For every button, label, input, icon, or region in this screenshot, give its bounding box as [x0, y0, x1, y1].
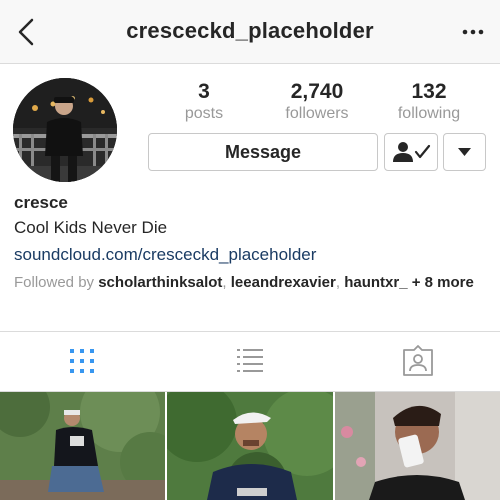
profile-display-name: cresce [14, 193, 68, 212]
profile-username: cresceckd_placeholder [126, 18, 374, 43]
posts-stat[interactable]: 3 posts [149, 80, 259, 124]
post-photo [167, 392, 333, 500]
post-photo [335, 392, 500, 500]
grid-icon [70, 349, 94, 373]
followers-stat[interactable]: 2,740 followers [262, 80, 372, 124]
followed-by-prefix: Followed by [14, 274, 95, 291]
post-photo [0, 392, 165, 500]
profile-bio: Cool Kids Never Die [14, 218, 168, 237]
top-bar: cresceckd_placeholder [0, 0, 500, 64]
tab-tagged-photos[interactable] [398, 341, 438, 381]
followed-by-user[interactable]: hauntxr_ [344, 274, 407, 291]
list-icon [237, 349, 263, 372]
message-button[interactable]: Message [148, 133, 378, 171]
followed-by-text[interactable]: Followed by scholarthinksalot, leeandrex… [14, 273, 494, 293]
profile-website-link[interactable]: soundcloud.com/cresceckd_placeholder [14, 245, 316, 265]
suggestions-dropdown-button[interactable] [443, 133, 486, 171]
followers-count: 2,740 [290, 80, 344, 103]
posts-label: posts [184, 105, 224, 122]
followed-by-more[interactable]: + 8 more [412, 274, 474, 291]
more-options-button[interactable] [462, 22, 484, 42]
tab-grid-view[interactable] [62, 341, 102, 381]
following-toggle-button[interactable] [384, 133, 438, 171]
followed-by-user[interactable]: scholarthinksalot [98, 274, 222, 291]
following-count: 132 [411, 80, 447, 103]
followers-label: followers [285, 105, 349, 122]
person-check-icon [393, 142, 431, 162]
divider [0, 331, 500, 332]
caret-down-icon [458, 148, 471, 156]
tab-list-view[interactable] [230, 341, 270, 381]
post-thumbnail[interactable] [335, 392, 500, 500]
following-label: following [397, 105, 461, 122]
avatar-photo [13, 78, 117, 182]
more-dots-icon [462, 29, 484, 35]
followed-by-user[interactable]: leeandrexavier [231, 274, 336, 291]
profile-avatar[interactable] [13, 78, 117, 182]
following-stat[interactable]: 132 following [374, 80, 484, 124]
post-thumbnail[interactable] [167, 392, 333, 500]
post-thumbnail[interactable] [0, 392, 165, 500]
posts-count: 3 [198, 80, 210, 103]
tagged-photos-icon [403, 345, 433, 376]
